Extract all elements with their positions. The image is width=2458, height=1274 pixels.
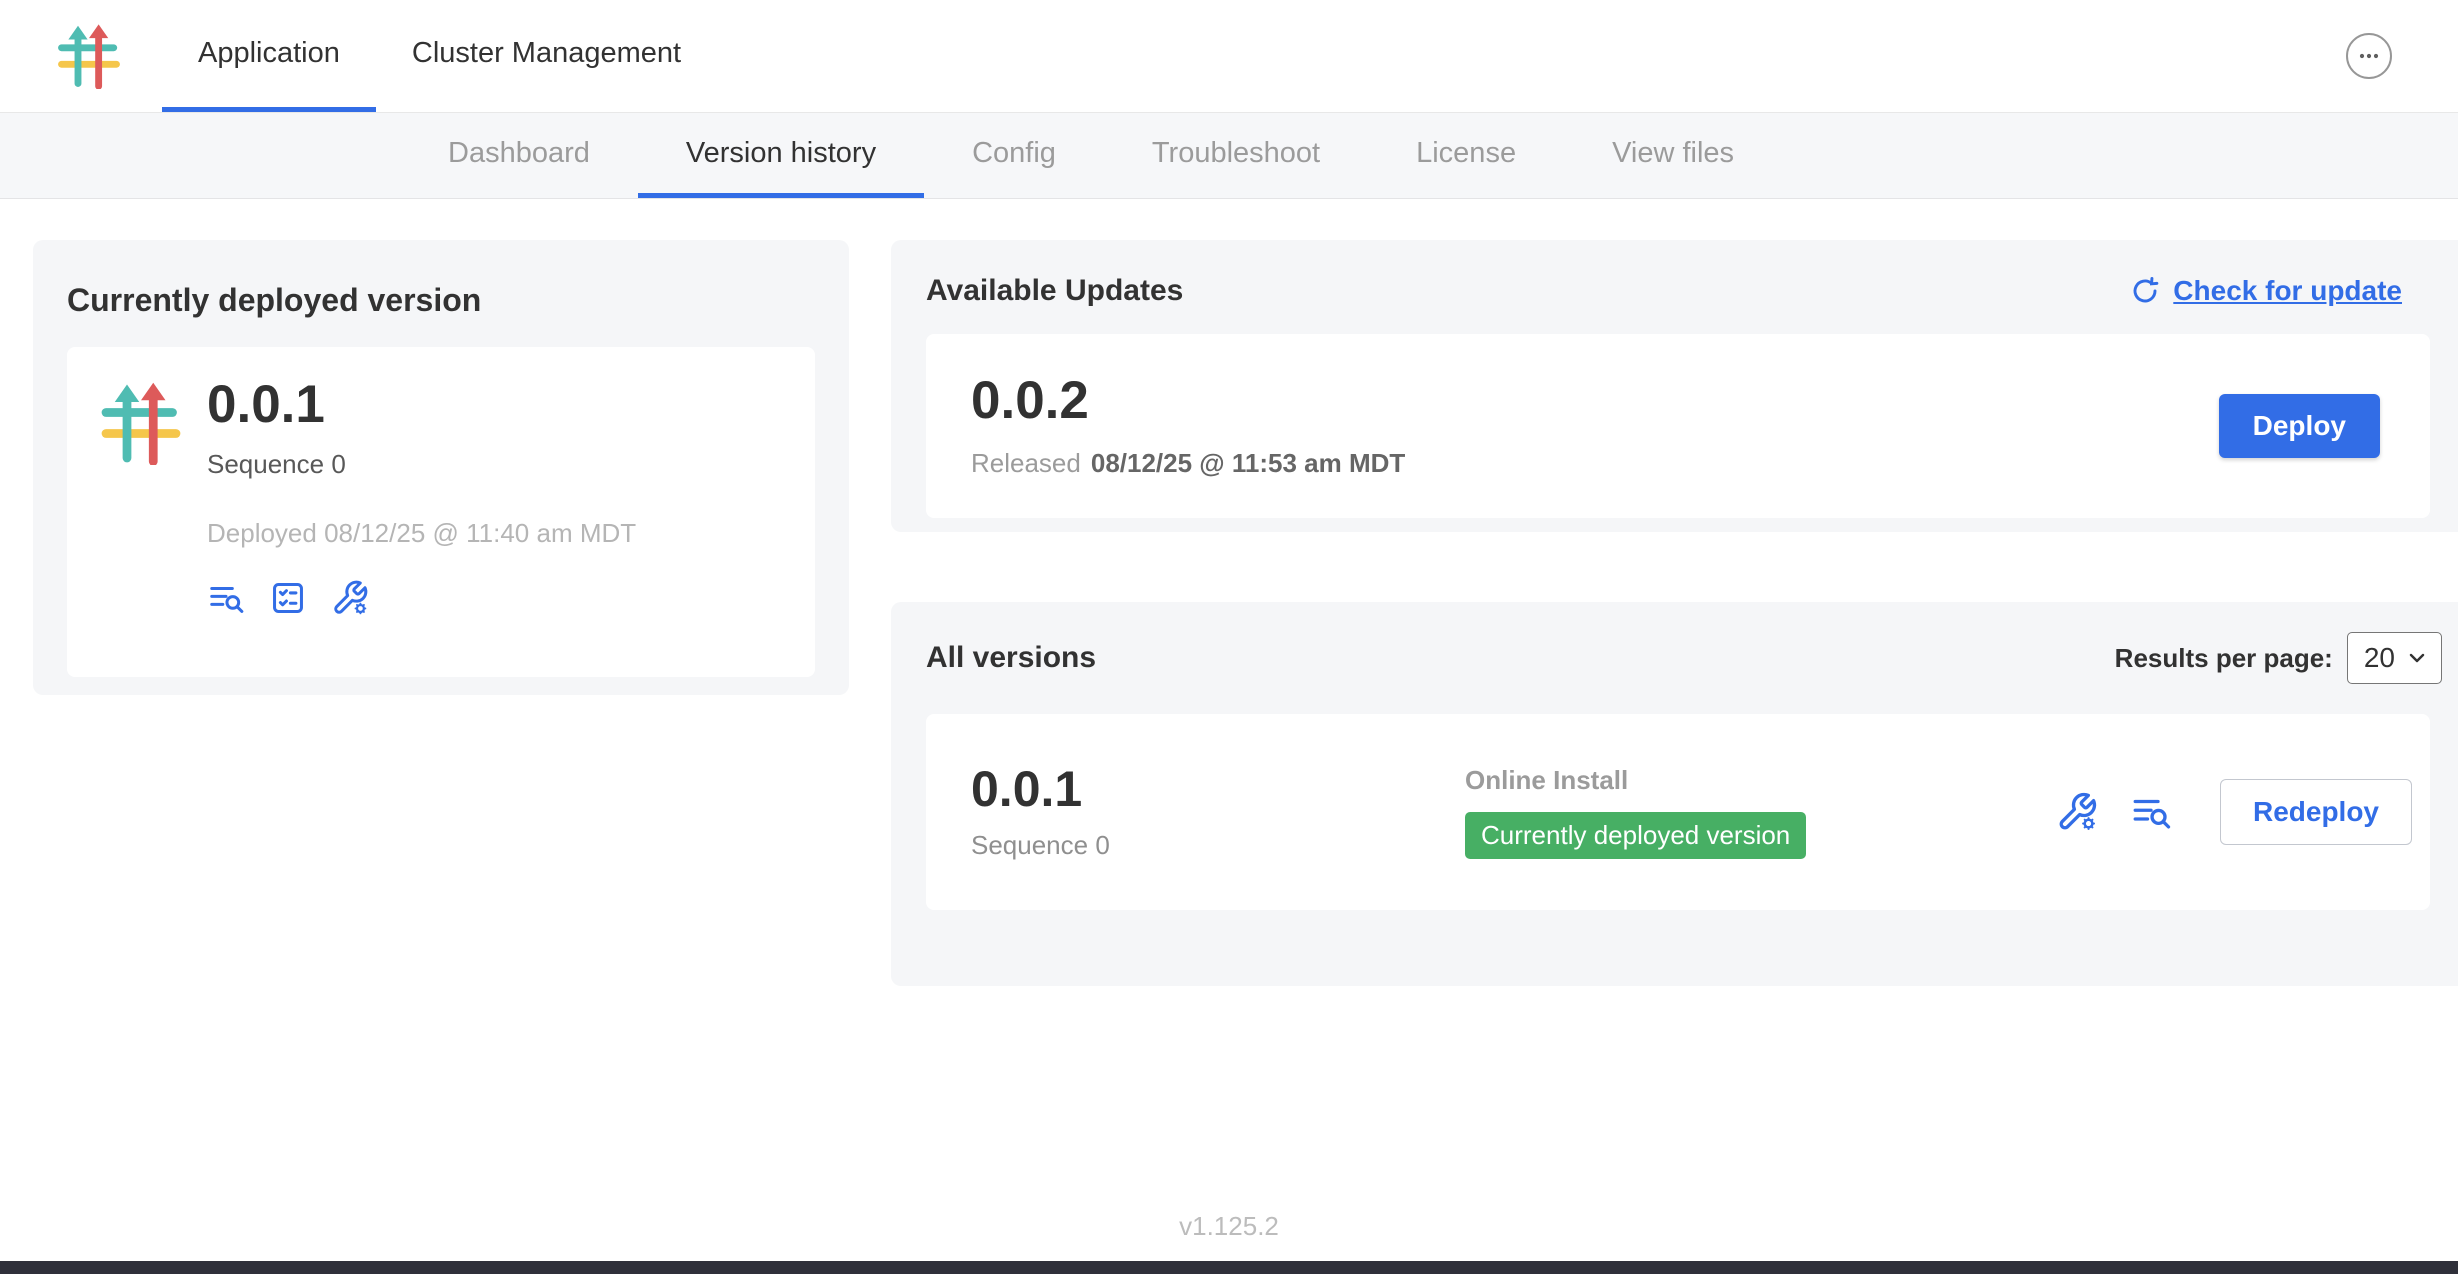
- deployed-version-number: 0.0.1: [207, 377, 636, 433]
- tab-troubleshoot[interactable]: Troubleshoot: [1104, 113, 1368, 198]
- tab-dashboard-label: Dashboard: [448, 137, 590, 170]
- released-prefix: Released: [971, 448, 1081, 478]
- deploy-button[interactable]: Deploy: [2219, 394, 2380, 458]
- version-row: 0.0.1 Sequence 0 Online Install Currentl…: [926, 714, 2430, 910]
- update-released-text: Released 08/12/25 @ 11:53 am MDT: [971, 448, 1405, 479]
- tab-config[interactable]: Config: [924, 113, 1104, 198]
- redeploy-button[interactable]: Redeploy: [2220, 779, 2412, 845]
- app-logo-icon: [99, 381, 183, 467]
- available-update-row: 0.0.2 Released 08/12/25 @ 11:53 am MDT De…: [926, 334, 2430, 518]
- refresh-icon: [2129, 275, 2161, 307]
- row-install-type: Online Install: [1465, 765, 2056, 796]
- overflow-menu-button[interactable]: [2346, 33, 2392, 79]
- tab-license-label: License: [1416, 137, 1516, 170]
- deployed-date-text: Deployed 08/12/25 @ 11:40 am MDT: [207, 518, 636, 549]
- deployed-sequence-label: Sequence 0: [207, 449, 636, 480]
- check-for-update-link[interactable]: Check for update: [2129, 275, 2402, 307]
- console-version-text: v1.125.2: [0, 1211, 2458, 1242]
- released-date: 08/12/25 @ 11:53 am MDT: [1091, 448, 1405, 478]
- bottom-bar: [0, 1261, 2458, 1274]
- tab-view-files-label: View files: [1612, 137, 1734, 170]
- view-logs-icon[interactable]: [207, 579, 245, 617]
- currently-deployed-badge: Currently deployed version: [1465, 812, 1806, 859]
- available-updates-card: Available Updates Check for update 0.0.2: [891, 240, 2458, 532]
- preflight-checks-icon[interactable]: [269, 579, 307, 617]
- tab-license[interactable]: License: [1368, 113, 1564, 198]
- tab-version-history-label: Version history: [686, 137, 876, 170]
- check-for-update-label: Check for update: [2173, 275, 2402, 307]
- edit-config-icon[interactable]: [2056, 791, 2098, 833]
- row-version-number: 0.0.1: [971, 763, 1465, 816]
- view-logs-icon[interactable]: [2130, 791, 2172, 833]
- tab-view-files[interactable]: View files: [1564, 113, 1782, 198]
- currently-deployed-card: Currently deployed version 0.0.1 Sequenc…: [33, 240, 849, 695]
- row-actions: Redeploy: [2056, 779, 2412, 845]
- tab-dashboard[interactable]: Dashboard: [400, 113, 638, 198]
- edit-config-icon[interactable]: [331, 579, 369, 617]
- main-content: Currently deployed version 0.0.1 Sequenc…: [0, 199, 2458, 986]
- top-header: Application Cluster Management: [0, 0, 2458, 113]
- tab-cluster-management-label: Cluster Management: [412, 37, 681, 70]
- deployed-version-panel: 0.0.1 Sequence 0 Deployed 08/12/25 @ 11:…: [67, 347, 815, 677]
- tab-config-label: Config: [972, 137, 1056, 170]
- available-updates-title: Available Updates: [926, 274, 1183, 308]
- all-versions-card: All versions Results per page: 20: [891, 602, 2458, 986]
- tab-cluster-management[interactable]: Cluster Management: [376, 0, 717, 112]
- tab-version-history[interactable]: Version history: [638, 113, 924, 198]
- chevron-down-icon: [2405, 646, 2429, 670]
- all-versions-title: All versions: [926, 641, 1096, 675]
- results-per-page-label: Results per page:: [2115, 643, 2333, 674]
- ellipsis-icon: [2354, 41, 2384, 71]
- deployed-action-icons: [207, 579, 636, 617]
- currently-deployed-title: Currently deployed version: [67, 282, 815, 319]
- results-per-page-select[interactable]: 20: [2347, 632, 2442, 684]
- row-sequence-label: Sequence 0: [971, 830, 1465, 861]
- update-version-number: 0.0.2: [971, 373, 1405, 429]
- header-tabs: Application Cluster Management: [162, 0, 717, 112]
- results-per-page-value: 20: [2364, 642, 2395, 674]
- tab-application-label: Application: [198, 37, 340, 70]
- tab-troubleshoot-label: Troubleshoot: [1152, 137, 1320, 170]
- app-subnav: Dashboard Version history Config Trouble…: [0, 113, 2458, 199]
- tab-application[interactable]: Application: [162, 0, 376, 112]
- app-logo-icon: [56, 23, 122, 89]
